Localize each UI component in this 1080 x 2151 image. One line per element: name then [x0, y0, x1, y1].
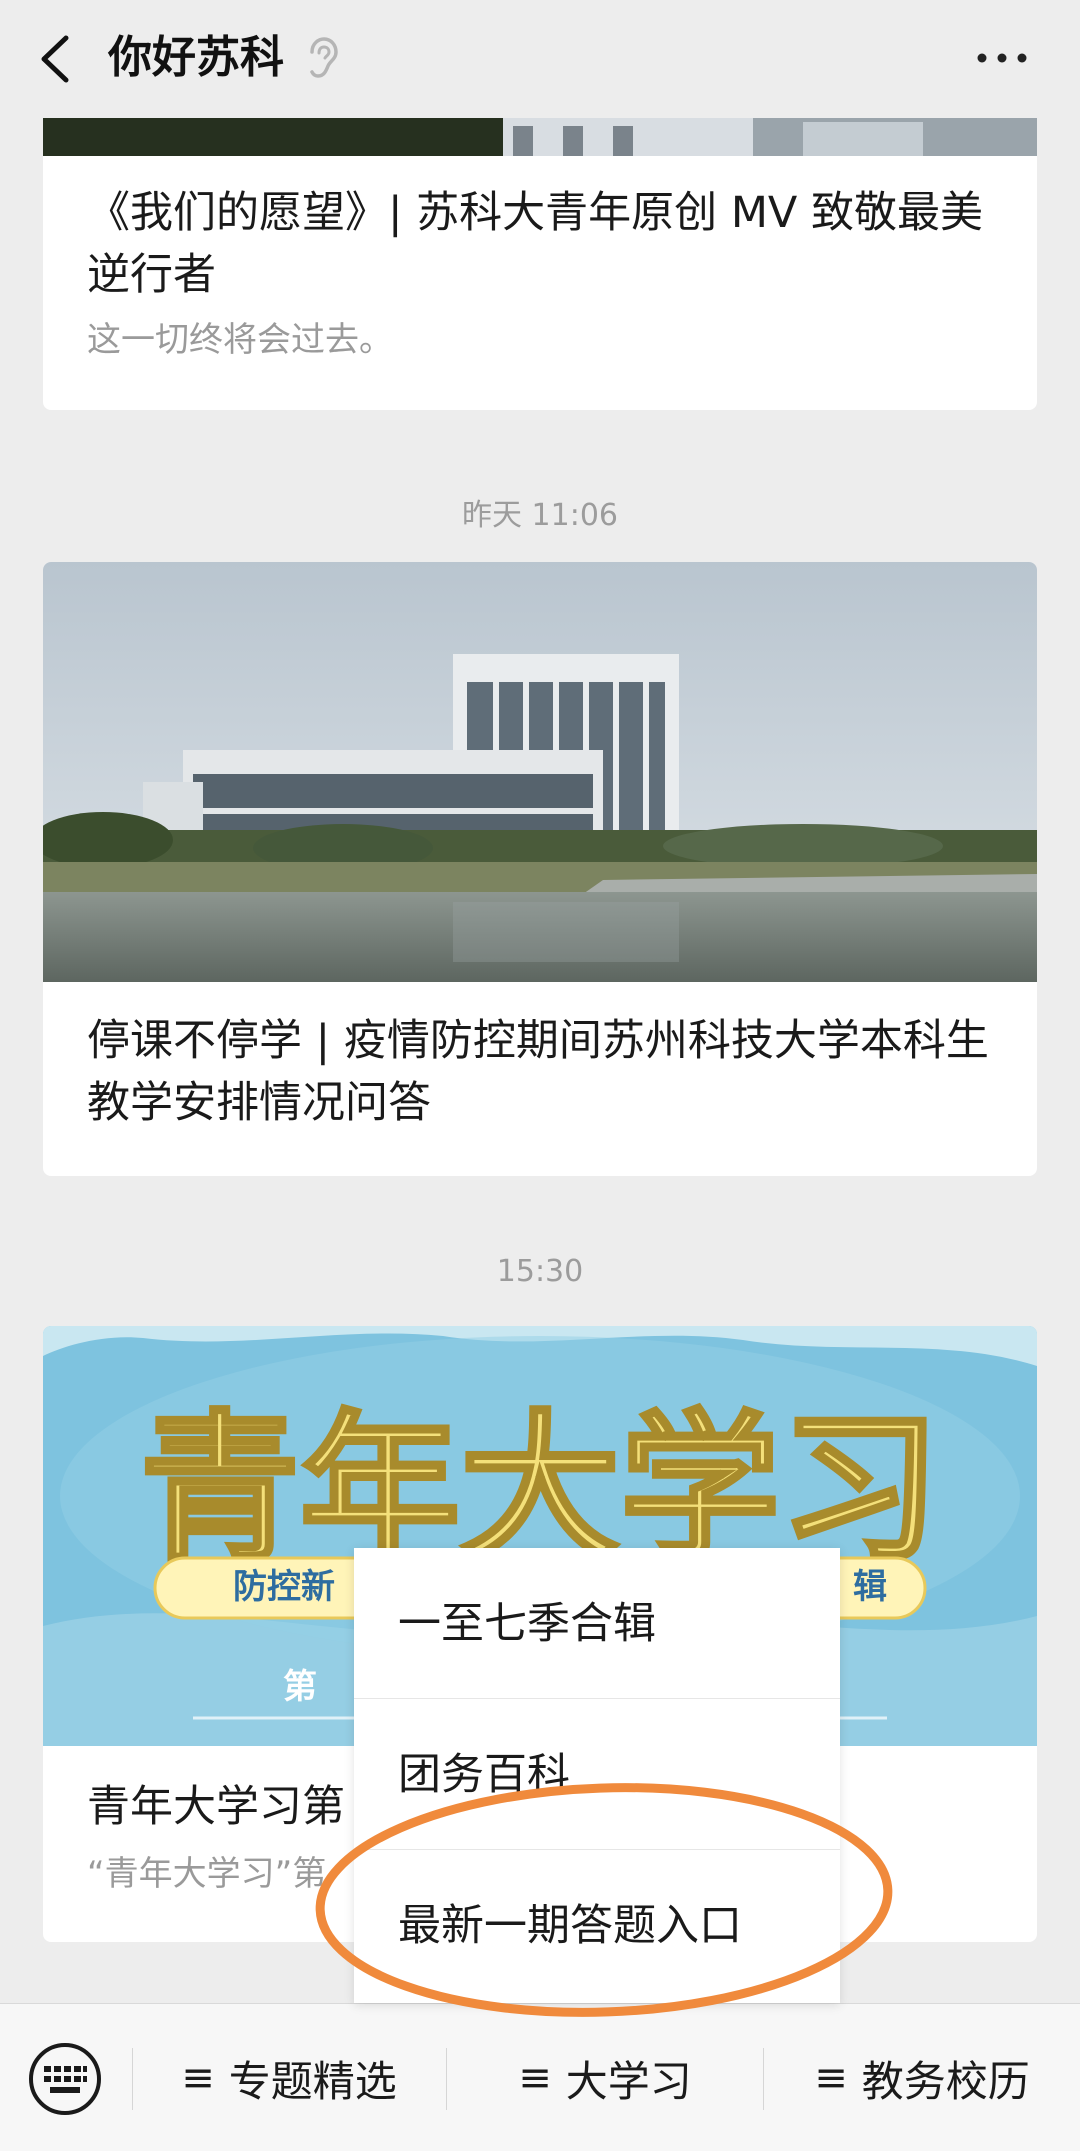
- timestamp: 昨天 11:06: [462, 498, 618, 533]
- submenu-item-label: 最新一期答题入口: [398, 1901, 742, 1951]
- menu-item-label: 大学习: [565, 2056, 692, 2106]
- campus-building-image: [43, 562, 1037, 982]
- menu-item-youth-study[interactable]: ≡ 大学习: [447, 2004, 763, 2151]
- menu-item-label: 专题精选: [228, 2056, 397, 2106]
- article-cover-image: [43, 118, 1037, 156]
- timestamp: 15:30: [496, 1254, 584, 1289]
- chat-screen: 你好苏科 《我们的愿望》| 苏科大青年原创 MV 致敬最美逆行者 这一切终将会过…: [0, 0, 1080, 2151]
- article-card[interactable]: 《我们的愿望》| 苏科大青年原创 MV 致敬最美逆行者 这一切终将会过去。: [43, 118, 1037, 410]
- submenu-item-label: 团务百科: [398, 1750, 570, 1800]
- ear-icon[interactable]: [306, 36, 340, 80]
- chevron-left-icon[interactable]: [36, 34, 76, 84]
- menu-item-academic-calendar[interactable]: ≡ 教务校历: [764, 2004, 1080, 2151]
- article-title: 停课不停学 | 疫情防控期间苏州科技大学本科生教学安排情况问答: [87, 1016, 989, 1128]
- submenu-item-latest-quiz[interactable]: 最新一期答题入口: [354, 1850, 840, 2001]
- cover-banner-text-right: 辑: [853, 1567, 887, 1607]
- cover-season-text: 第: [283, 1667, 317, 1707]
- more-dots-icon[interactable]: [976, 48, 1028, 68]
- submenu-item-collection[interactable]: 一至七季合辑: [354, 1548, 840, 1699]
- account-title: 你好苏科: [108, 32, 284, 83]
- menu-lines-icon: ≡: [181, 2055, 215, 2101]
- submenu-item-label: 一至七季合辑: [398, 1599, 656, 1649]
- top-bar: 你好苏科: [0, 0, 1080, 118]
- menu-lines-icon: ≡: [814, 2055, 848, 2101]
- article-title: 《我们的愿望》| 苏科大青年原创 MV 致敬最美逆行者: [87, 188, 984, 300]
- article-summary: 这一切终将会过去。: [87, 320, 393, 360]
- keyboard-icon[interactable]: [28, 2042, 102, 2116]
- menu-item-featured[interactable]: ≡ 专题精选: [133, 2004, 445, 2151]
- menu-lines-icon: ≡: [518, 2055, 552, 2101]
- submenu-popup: 一至七季合辑 团务百科 最新一期答题入口: [354, 1548, 840, 2003]
- bottom-menu-bar: ≡ 专题精选 ≡ 大学习 ≡ 教务校历: [0, 2003, 1080, 2151]
- menu-item-label: 教务校历: [861, 2056, 1030, 2106]
- article-summary: “青年大学习”第: [87, 1854, 327, 1894]
- cover-banner-text: 防控新: [233, 1567, 335, 1607]
- article-card[interactable]: 停课不停学 | 疫情防控期间苏州科技大学本科生教学安排情况问答: [43, 562, 1037, 1176]
- submenu-item-encyclopedia[interactable]: 团务百科: [354, 1699, 840, 1850]
